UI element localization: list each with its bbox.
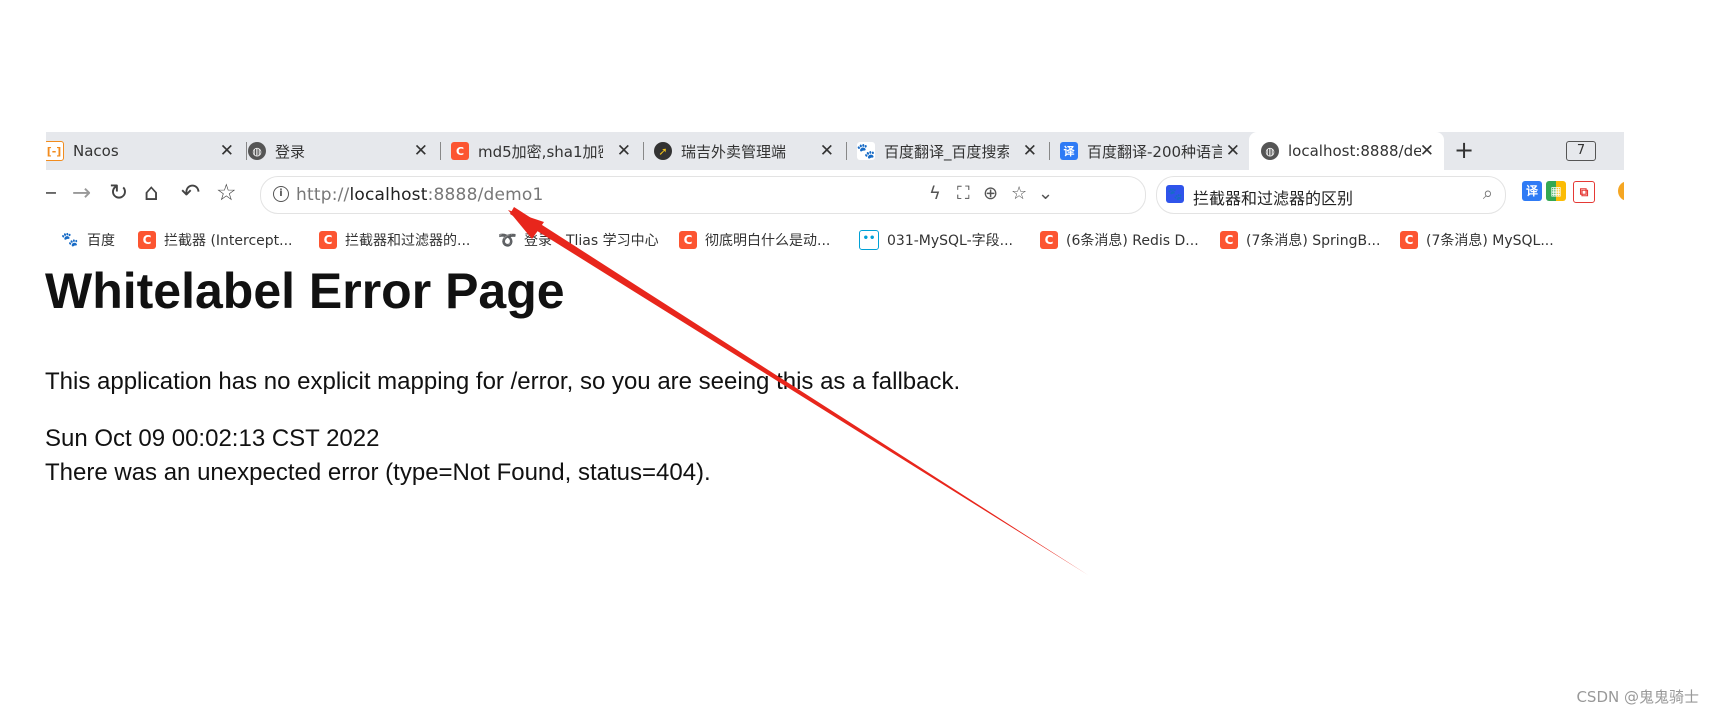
tab-baidu-translate[interactable]: 译 百度翻译-200种语言 ✕ <box>1060 132 1250 170</box>
bookmark-item[interactable]: 🐾 百度 <box>61 230 115 250</box>
csdn-icon: C <box>138 231 156 249</box>
new-tab-button[interactable]: + <box>1454 136 1474 164</box>
tab-label: 瑞吉外卖管理端 <box>681 142 787 161</box>
tab-divider <box>246 142 247 160</box>
csdn-icon: C <box>1040 231 1058 249</box>
tab-localhost[interactable]: ◍ localhost:8888/demo1 ✕ <box>1249 132 1444 170</box>
bookmark-star-icon[interactable]: ☆ <box>1011 183 1027 204</box>
close-icon[interactable]: ✕ <box>220 141 234 161</box>
tab-label: Nacos <box>73 142 119 160</box>
nacos-icon: [-] <box>46 141 64 161</box>
close-icon[interactable]: ✕ <box>1420 141 1434 161</box>
bilibili-icon: •• <box>859 230 879 250</box>
baidu-paw-icon: 🐾 <box>856 142 876 160</box>
bookmark-label: 百度 <box>87 233 115 249</box>
tab-divider <box>846 142 847 160</box>
close-icon[interactable]: ✕ <box>617 141 631 161</box>
site-info-icon[interactable]: i <box>273 186 289 202</box>
csdn-icon: C <box>679 231 697 249</box>
reload-icon[interactable]: ↻ <box>109 180 128 206</box>
bookmark-label: 拦截器 (Intercept... <box>164 233 293 249</box>
bookmark-label: (6条消息) Redis D... <box>1066 233 1199 249</box>
watermark: CSDN @鬼鬼骑士 <box>1576 688 1699 706</box>
tab-nacos[interactable]: [-] Nacos ✕ <box>46 132 247 170</box>
tab-label: 百度翻译-200种语言 <box>1087 142 1222 161</box>
lightning-icon[interactable]: ϟ <box>929 183 941 204</box>
undo-close-icon[interactable]: ↶ <box>181 180 200 206</box>
error-timestamp: Sun Oct 09 00:02:13 CST 2022 <box>45 425 380 452</box>
ruiji-icon: ➚ <box>654 142 672 160</box>
tab-label: md5加密,sha1加密 <box>478 142 603 161</box>
chevron-down-icon[interactable]: ⌄ <box>1038 183 1053 204</box>
tab-login[interactable]: ◍ 登录 ✕ <box>248 132 441 170</box>
bookmark-item[interactable]: C 拦截器和过滤器的... <box>319 230 470 250</box>
tab-ruiji[interactable]: ➚ 瑞吉外卖管理端 ✕ <box>654 132 847 170</box>
url-text[interactable]: http://localhost:8888/demo1 <box>296 185 544 205</box>
close-icon[interactable]: ✕ <box>414 141 428 161</box>
zoom-icon[interactable]: ⊕ <box>983 183 998 204</box>
csdn-icon: C <box>1220 231 1238 249</box>
globe-icon: ◍ <box>248 142 266 160</box>
browser-window: [-] Nacos ✕ ◍ 登录 ✕ C md5加密,sha1加密 ✕ ➚ 瑞吉… <box>46 132 1624 260</box>
bookmark-label: (7条消息) MySQL... <box>1426 233 1554 249</box>
back-icon[interactable]: ← <box>46 180 57 206</box>
csdn-icon: C <box>1400 231 1418 249</box>
tab-count-badge[interactable]: 7 <box>1566 141 1596 161</box>
baidu-paw-icon: 🐾 <box>1166 185 1184 203</box>
tab-md5[interactable]: C md5加密,sha1加密 ✕ <box>451 132 644 170</box>
close-icon[interactable]: ✕ <box>1226 141 1240 161</box>
bookmark-item[interactable]: •• 031-MySQL-字段... <box>859 230 1013 250</box>
tab-label: 百度翻译_百度搜索 <box>884 142 1009 161</box>
home-icon[interactable]: ⌂ <box>144 180 159 206</box>
page-title: Whitelabel Error Page <box>45 263 565 319</box>
tab-label: localhost:8888/demo1 <box>1288 142 1421 160</box>
search-icon[interactable]: ⌕ <box>1483 183 1493 204</box>
translate-extension-icon[interactable]: 译 <box>1522 181 1542 201</box>
apps-grid-icon[interactable]: ▦ <box>1546 181 1566 201</box>
bookmarks-bar: 🐾 百度 C 拦截器 (Intercept... C 拦截器和过滤器的... ➰… <box>46 218 1624 260</box>
address-bar[interactable]: i http://localhost:8888/demo1 ϟ ⛶ ⊕ ☆ ⌄ <box>260 176 1146 214</box>
screenshot-icon[interactable]: ⛶ <box>957 183 970 204</box>
forward-icon[interactable]: → <box>72 180 91 206</box>
tab-divider <box>643 142 644 160</box>
globe-icon: ◍ <box>1261 142 1279 160</box>
bookmark-label: 拦截器和过滤器的... <box>345 233 471 249</box>
bookmark-item[interactable]: C 彻底明白什么是动... <box>679 230 830 250</box>
tab-divider <box>440 142 441 160</box>
tab-baidu-search[interactable]: 🐾 百度翻译_百度搜索 ✕ <box>856 132 1050 170</box>
bookmark-label: (7条消息) SpringB... <box>1246 233 1381 249</box>
tab-label: 登录 <box>275 142 306 161</box>
close-icon[interactable]: ✕ <box>1023 141 1037 161</box>
csdn-icon: C <box>319 231 337 249</box>
error-message: This application has no explicit mapping… <box>45 368 961 395</box>
extension-icon[interactable] <box>1618 181 1624 201</box>
page-content: Whitelabel Error Page This application h… <box>0 262 1717 562</box>
bookmark-item[interactable]: C (7条消息) SpringB... <box>1220 230 1380 250</box>
search-input[interactable]: 拦截器和过滤器的区别 <box>1193 185 1353 209</box>
bookmark-label: 031-MySQL-字段... <box>887 233 1013 249</box>
csdn-icon: C <box>451 142 469 160</box>
tlias-icon: ➰ <box>498 231 517 249</box>
error-detail: There was an unexpected error (type=Not … <box>45 459 711 486</box>
pdf-extension-icon[interactable]: ⧉ <box>1573 181 1595 203</box>
tab-divider <box>1049 142 1050 160</box>
toolbar: ← → ↻ ⌂ ↶ ☆ i http://localhost:8888/demo… <box>46 170 1624 218</box>
search-box[interactable]: 🐾 拦截器和过滤器的区别 ⌕ <box>1156 176 1506 214</box>
bookmark-item[interactable]: C (6条消息) Redis D... <box>1040 230 1199 250</box>
baidu-paw-icon: 🐾 <box>61 232 79 248</box>
bookmark-item[interactable]: ➰ 登录 - Tlias 学习中心 <box>498 230 659 250</box>
close-icon[interactable]: ✕ <box>820 141 834 161</box>
bookmark-item[interactable]: C (7条消息) MySQL... <box>1400 230 1554 250</box>
tab-strip: [-] Nacos ✕ ◍ 登录 ✕ C md5加密,sha1加密 ✕ ➚ 瑞吉… <box>46 132 1624 170</box>
bookmark-label: 登录 - Tlias 学习中心 <box>524 233 659 249</box>
favorite-star-icon[interactable]: ☆ <box>216 180 237 206</box>
bookmark-item[interactable]: C 拦截器 (Intercept... <box>138 230 293 250</box>
baidu-translate-icon: 译 <box>1060 142 1078 160</box>
bookmark-label: 彻底明白什么是动... <box>705 233 831 249</box>
